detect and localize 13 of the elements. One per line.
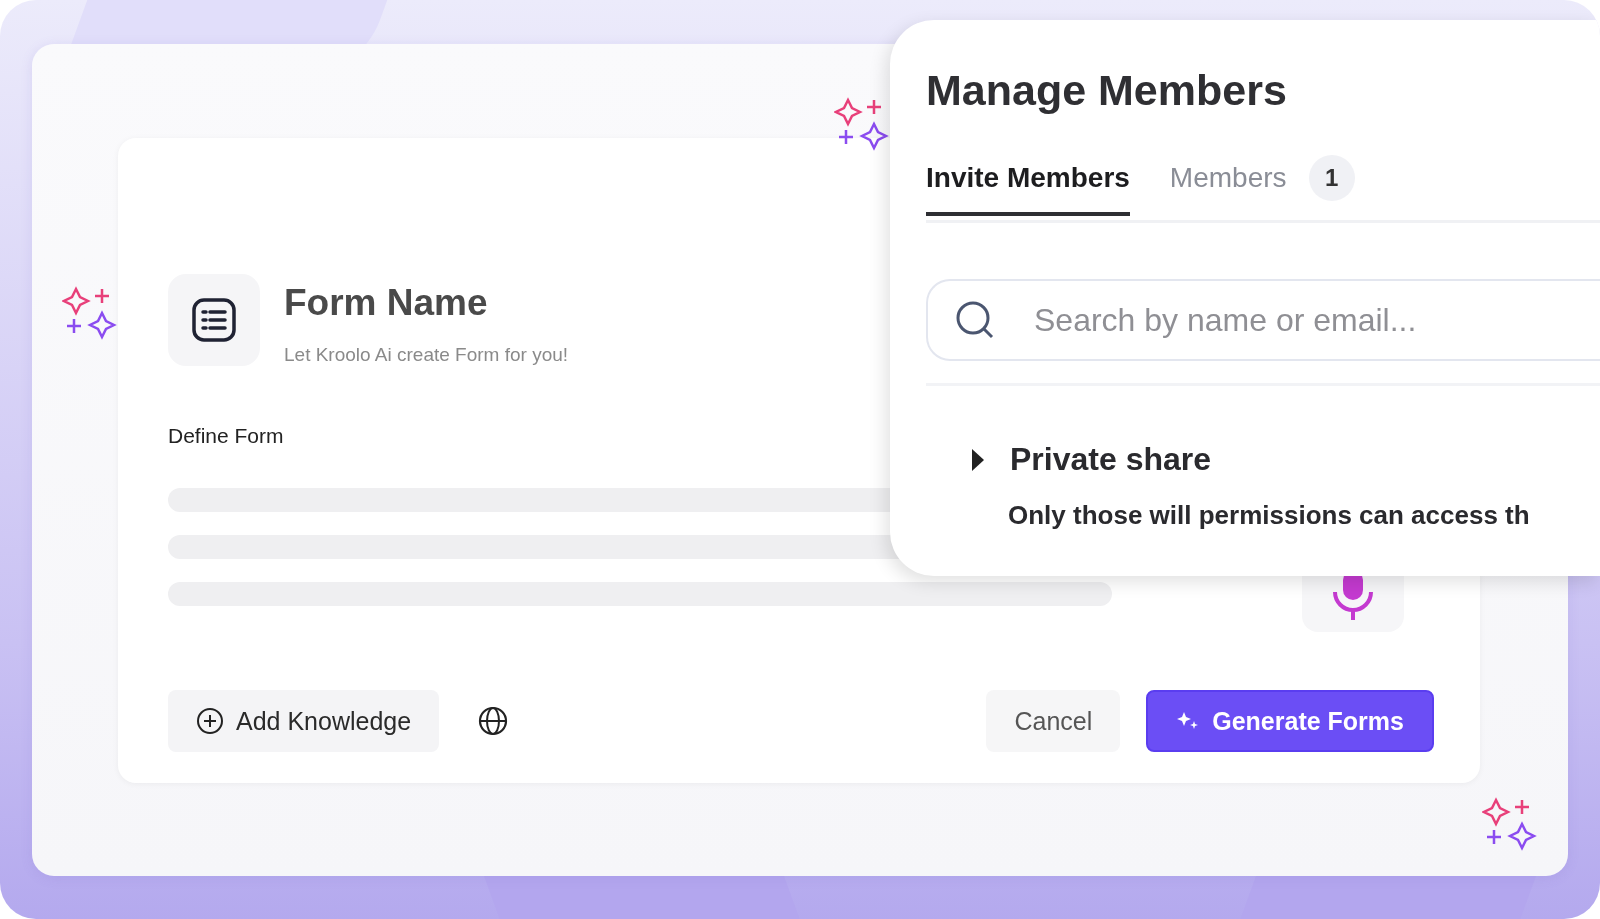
generate-forms-button[interactable]: Generate Forms <box>1146 690 1434 752</box>
form-title: Form Name <box>284 282 489 324</box>
search-field[interactable]: Search by name or email... <box>926 279 1600 361</box>
add-knowledge-button[interactable]: Add Knowledge <box>168 690 440 752</box>
tab[interactable]: Invite Members <box>926 154 1130 216</box>
count-badge: 1 <box>1308 155 1355 201</box>
section-description: Only those will permissions can access th <box>1008 500 1531 531</box>
cancel-button[interactable]: Cancel <box>986 690 1121 752</box>
private-share-toggle[interactable]: Private share <box>970 441 1211 478</box>
form-subtitle: Let Kroolo Ai create Form for you! <box>284 344 569 366</box>
tab[interactable]: Members 1 <box>1169 147 1355 223</box>
dialog-title: Manage Members <box>926 66 1288 115</box>
field-label: Define Form <box>168 424 285 448</box>
